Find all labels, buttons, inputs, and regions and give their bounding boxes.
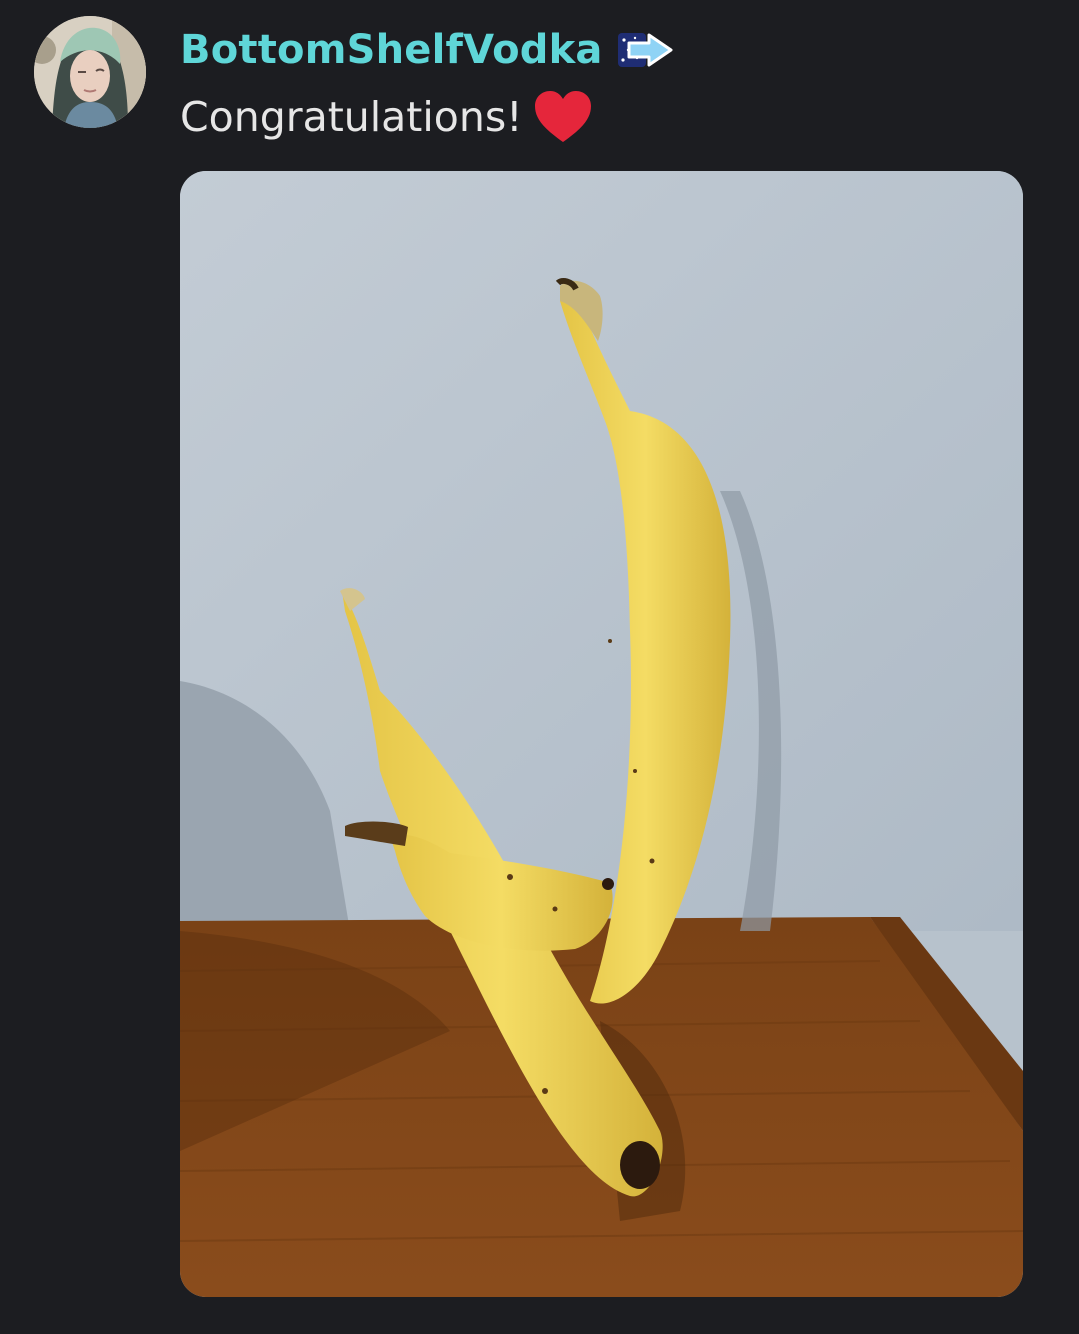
image-attachment[interactable] [180,171,1023,1297]
avatar-portrait-icon [34,16,146,128]
chat-message: BottomShelfVodka Congratulations! [0,0,1079,1334]
user-avatar[interactable] [34,16,146,128]
author-name[interactable]: BottomShelfVodka [180,27,603,73]
bananas-photo [180,171,1023,1297]
message-content-row: Congratulations! [180,88,593,146]
author-row: BottomShelfVodka [180,22,673,78]
red-heart-icon [534,91,591,142]
message-text: Congratulations! [180,93,523,141]
arrow-right-icon [617,33,673,67]
